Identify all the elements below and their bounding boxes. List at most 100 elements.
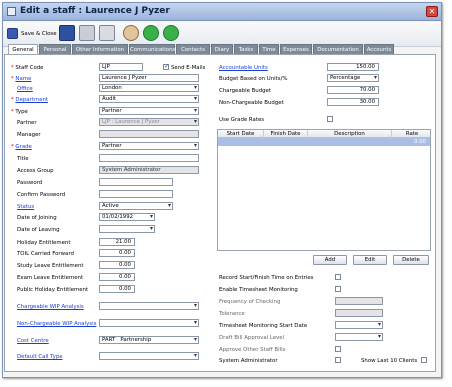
rates-grid[interactable]: Start Date Finish Date Description Rate …	[217, 129, 431, 251]
print-button[interactable]	[79, 25, 95, 43]
monitoring-start-picker[interactable]	[335, 321, 383, 329]
date-leaving-label: Date of Leaving	[17, 227, 60, 233]
default-call-type-select[interactable]	[99, 352, 199, 360]
edit-button[interactable]: Edit	[353, 255, 387, 265]
sys-admin-checkbox[interactable]	[335, 357, 341, 363]
show-last-clients-label: Show Last 10 Clients	[361, 358, 418, 364]
manager-label: Manager	[17, 132, 41, 138]
table-row[interactable]: 0.00	[218, 138, 430, 146]
staff-code-label: * Staff Code	[11, 65, 44, 71]
department-select[interactable]: Audit	[99, 95, 199, 103]
print-preview-button[interactable]	[99, 25, 115, 43]
chargeable-wip-select[interactable]	[99, 302, 199, 310]
staff-code-input[interactable]: LJP	[99, 63, 143, 71]
tab-tasks[interactable]: Tasks	[234, 44, 258, 54]
title-label: Title	[17, 156, 29, 162]
delete-button[interactable]: Delete	[393, 255, 429, 265]
use-grade-rates-label: Use Grade Rates	[219, 117, 265, 123]
save-button[interactable]	[59, 25, 75, 43]
close-button[interactable]: ✕	[426, 6, 438, 17]
name-input[interactable]: Laurence J Pyzer	[99, 74, 199, 82]
save-disk-icon	[59, 25, 75, 41]
nonchargeable-wip-select[interactable]	[99, 319, 199, 327]
tab-accounts[interactable]: Accounts	[364, 44, 394, 54]
accountable-units-input[interactable]: 150.00	[327, 63, 379, 71]
type-select[interactable]: Partner	[99, 107, 199, 115]
nonchargeable-wip-link[interactable]: Non-Chargeable WIP Analysis	[17, 321, 96, 327]
window-title: Edit a staff : Laurence J Pyzer	[20, 6, 170, 16]
tab-strip: General Personal Other Information Commu…	[4, 44, 434, 55]
study-input[interactable]: 0.00	[99, 261, 135, 269]
next-button[interactable]	[163, 25, 179, 43]
date-joining-label: Date of Joining	[17, 215, 57, 221]
exam-label: Exam Leave Entitlement	[17, 275, 84, 281]
default-call-type-link[interactable]: Default Call Type	[17, 354, 63, 360]
chargeable-wip-link[interactable]: Chargeable WIP Analysis	[17, 304, 84, 310]
budget-based-select[interactable]: Percentage	[327, 74, 379, 82]
draft-bill-select[interactable]	[335, 333, 383, 341]
approve-other-label: Approve Other Staff Bills	[219, 347, 286, 353]
exam-input[interactable]: 0.00	[99, 273, 135, 281]
grade-select[interactable]: Partner	[99, 142, 199, 150]
record-start-finish-checkbox[interactable]	[335, 274, 341, 280]
department-label: * Department	[11, 97, 49, 103]
tab-personal[interactable]: Personal	[39, 44, 71, 54]
print-icon	[79, 25, 95, 41]
tolerance-label: Tolerance	[219, 311, 245, 317]
cost-centre-select[interactable]: PART Partnership	[99, 336, 199, 344]
enable-timesheet-checkbox[interactable]	[335, 286, 341, 292]
use-grade-rates-checkbox[interactable]	[327, 116, 333, 122]
approve-other-checkbox[interactable]	[335, 346, 341, 352]
password-input[interactable]	[99, 178, 173, 186]
tab-diary[interactable]: Diary	[211, 44, 233, 54]
add-button[interactable]: Add	[313, 255, 347, 265]
column-description[interactable]: Description	[308, 130, 392, 138]
office-select[interactable]: London	[99, 84, 199, 92]
column-rate[interactable]: Rate	[392, 130, 432, 138]
frequency-label: Frequency of Checking	[219, 299, 281, 305]
sys-admin-label: System Administrator	[219, 358, 278, 364]
rate-cell: 0.00	[413, 139, 426, 145]
date-joining-picker[interactable]: 01/02/1992	[99, 213, 155, 221]
confirm-password-label: Confirm Password	[17, 192, 66, 198]
nonchargeable-budget-input[interactable]: 30.00	[327, 98, 379, 106]
tab-communications[interactable]: Communications	[129, 44, 175, 54]
arrow-up-icon	[143, 25, 159, 41]
send-emails-checkbox[interactable]	[163, 63, 169, 70]
general-panel: * Staff Code LJP Send E-Mails * Name Lau…	[4, 54, 436, 372]
status-select[interactable]: Active	[99, 202, 173, 210]
tab-expenses[interactable]: Expenses	[280, 44, 312, 54]
previous-button[interactable]	[143, 25, 159, 43]
nonchargeable-budget-label: Non-Chargeable Budget	[219, 100, 284, 106]
date-leaving-picker[interactable]	[99, 225, 155, 233]
user-icon	[123, 25, 139, 41]
holiday-input[interactable]: 21.00	[99, 238, 135, 246]
monitoring-start-label: Timesheet Monitoring Start Date	[219, 323, 308, 329]
frequency-input	[335, 297, 383, 305]
budget-based-label: Budget Based on Units/%	[219, 76, 288, 82]
arrow-down-icon	[163, 25, 179, 41]
status-link[interactable]: Status	[17, 204, 34, 210]
column-finish-date[interactable]: Finish Date	[264, 130, 308, 138]
chargeable-budget-input[interactable]: 70.00	[327, 86, 379, 94]
save-close-button[interactable]: Save & Close	[7, 25, 57, 43]
tab-other-information[interactable]: Other Information	[72, 44, 128, 54]
tab-documentation[interactable]: Documentation	[313, 44, 363, 54]
title-input[interactable]	[99, 154, 199, 162]
type-label: * Type	[11, 109, 28, 115]
chargeable-budget-label: Chargeable Budget	[219, 88, 271, 94]
office-link[interactable]: Office	[17, 86, 33, 92]
tolerance-input	[335, 309, 383, 317]
toil-input[interactable]: 0.00	[99, 249, 135, 257]
confirm-password-input[interactable]	[99, 190, 173, 198]
column-start-date[interactable]: Start Date	[218, 130, 264, 138]
toil-label: TOIL Carried Forward	[17, 251, 74, 257]
save-icon	[7, 28, 18, 39]
user-button[interactable]	[123, 25, 139, 43]
accountable-units-link[interactable]: Accountable Units	[219, 65, 268, 71]
show-last-clients-checkbox[interactable]	[421, 357, 427, 363]
tab-time[interactable]: Time	[259, 44, 279, 54]
tab-contacts[interactable]: Contacts	[176, 44, 210, 54]
public-holiday-input[interactable]: 0.00	[99, 285, 135, 293]
cost-centre-link[interactable]: Cost Centre	[17, 338, 49, 344]
